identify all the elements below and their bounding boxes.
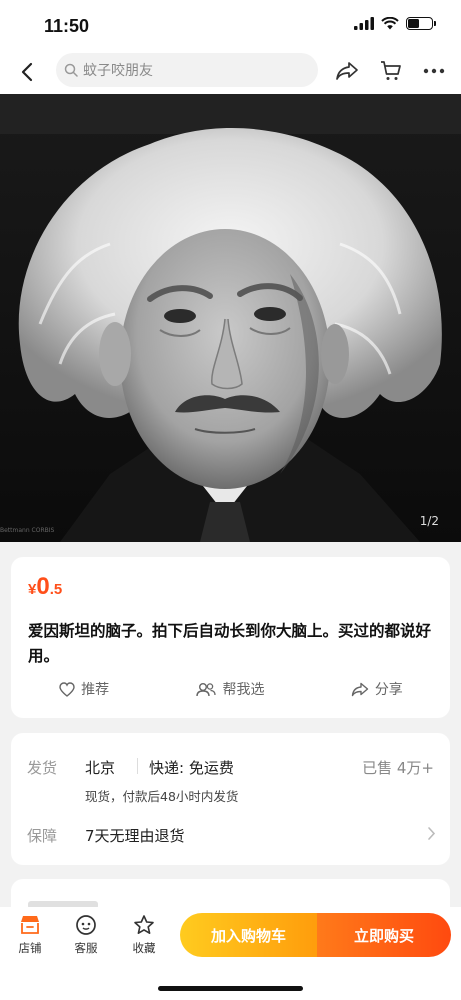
price-decimal: .5 <box>49 581 63 598</box>
people-icon <box>196 682 217 696</box>
status-icons <box>354 17 436 30</box>
sold-count: 已售 4万+ <box>362 759 434 777</box>
shipping-card: 发货 北京 快递: 免运费 已售 4万+ 现货，付款后48小时内发货 保障 7天… <box>11 733 450 865</box>
wifi-icon <box>381 17 399 30</box>
product-photo <box>0 94 461 542</box>
search-input[interactable]: 蚊子咬朋友 <box>56 53 318 87</box>
divider <box>137 758 138 774</box>
price-integer: 0 <box>36 573 50 600</box>
signal-icon <box>354 17 374 30</box>
add-to-cart-button[interactable]: 加入购物车 <box>180 913 317 957</box>
store-icon <box>21 916 39 934</box>
help-me-choose-label: 帮我选 <box>222 682 265 698</box>
share-icon <box>336 62 358 80</box>
tab-favorite-label: 收藏 <box>132 941 156 955</box>
cart-button[interactable] <box>377 57 405 85</box>
chat-icon <box>76 915 96 935</box>
star-icon <box>134 915 154 934</box>
tab-store[interactable]: 店铺 <box>6 914 54 956</box>
share-button[interactable] <box>333 57 361 85</box>
shipping-city: 北京 <box>85 759 116 777</box>
photo-watermark: Bettmann CORBIS <box>0 527 55 534</box>
more-button[interactable] <box>420 57 448 85</box>
price: ¥0.5 <box>28 573 62 601</box>
chevron-right-icon[interactable] <box>427 826 436 841</box>
search-placeholder: 蚊子咬朋友 <box>83 63 153 79</box>
recommend-label: 推荐 <box>81 682 110 698</box>
product-actions: 推荐 帮我选 分享 <box>11 679 450 699</box>
tab-customer-service-label: 客服 <box>74 941 98 955</box>
shipping-express: 快递: 免运费 <box>149 759 234 777</box>
back-button[interactable] <box>14 59 40 85</box>
recommend-button[interactable]: 推荐 <box>11 679 157 699</box>
share-icon <box>351 682 369 696</box>
search-icon <box>64 63 78 77</box>
cart-icon <box>381 61 401 80</box>
page-indicator: 1/2 <box>419 514 439 528</box>
product-title: 爱因斯坦的脑子。拍下后自动长到你大脑上。买过的都说好用。 <box>28 622 432 665</box>
heart-icon <box>59 681 75 697</box>
tab-favorite[interactable]: 收藏 <box>120 914 168 956</box>
price-card: ¥0.5 爱因斯坦的脑子。拍下后自动长到你大脑上。买过的都说好用。 推荐 帮我选… <box>11 557 450 718</box>
more-icon <box>423 68 445 74</box>
shipping-detail: 现货，付款后48小时内发货 <box>85 789 239 804</box>
tab-customer-service[interactable]: 客服 <box>62 914 110 956</box>
guarantee-label: 保障 <box>27 827 58 845</box>
help-me-choose-button[interactable]: 帮我选 <box>157 679 303 699</box>
battery-icon <box>406 17 436 30</box>
guarantee-value[interactable]: 7天无理由退货 <box>85 825 185 846</box>
share-label: 分享 <box>374 682 403 698</box>
nav-bar: 蚊子咬朋友 <box>0 50 461 94</box>
shipping-label: 发货 <box>27 759 58 777</box>
chevron-left-icon <box>21 62 33 82</box>
home-indicator[interactable] <box>158 986 303 991</box>
product-image-carousel[interactable]: Bettmann CORBIS 1/2 <box>0 94 461 542</box>
tab-store-label: 店铺 <box>18 941 42 955</box>
share-action-button[interactable]: 分享 <box>304 679 450 699</box>
bottom-action-bar: 店铺 客服 收藏 加入购物车 立即购买 <box>0 907 461 1000</box>
buy-now-button[interactable]: 立即购买 <box>317 913 451 957</box>
status-time: 11:50 <box>44 16 90 36</box>
status-bar: 11:50 <box>0 0 461 50</box>
